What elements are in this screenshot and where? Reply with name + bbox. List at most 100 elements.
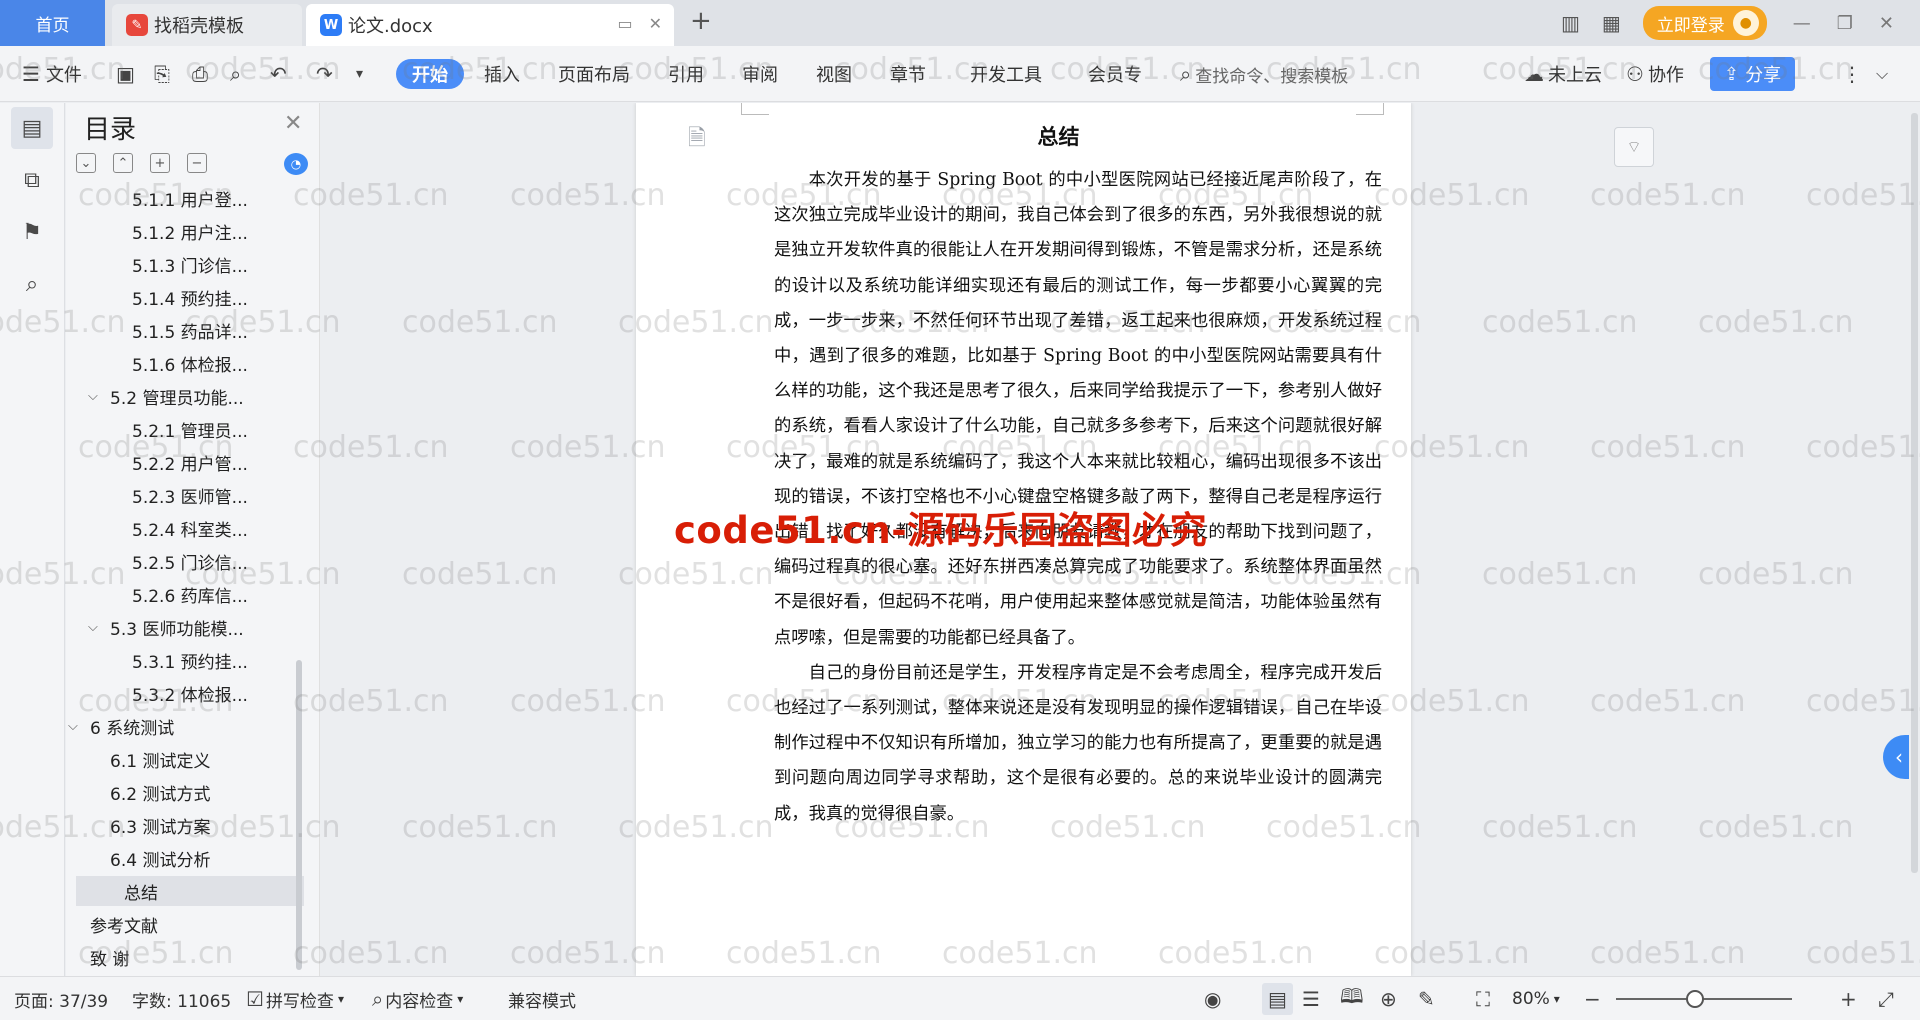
close-icon[interactable]: ✕ bbox=[284, 111, 302, 136]
toc-item[interactable]: 5.2.4 科室类... bbox=[132, 513, 248, 543]
toc-item[interactable]: 5.1.1 用户登... bbox=[132, 189, 248, 213]
tab-start[interactable]: 开始 bbox=[396, 59, 464, 89]
zoom-in-icon[interactable]: + bbox=[1840, 977, 1857, 1020]
undo-icon[interactable]: ↶ bbox=[270, 46, 287, 102]
close-tab-icon[interactable]: ✕ bbox=[649, 14, 662, 33]
toc-item[interactable]: 5.1.5 药品详... bbox=[132, 315, 248, 345]
toc-item[interactable]: 5.3.2 体检报... bbox=[132, 678, 248, 708]
tab-developer[interactable]: 开发工具 bbox=[970, 46, 1042, 102]
toc-item[interactable]: 参考文献 bbox=[90, 909, 158, 939]
login-button[interactable]: 立即登录 ● bbox=[1642, 6, 1767, 40]
toc-panel: 目录 ✕ ⌄ ⌃ + − ◔ 5.1.1 用户登... 5.1.2 用户注... 5… bbox=[66, 103, 320, 976]
redo-icon[interactable]: ↷ bbox=[316, 46, 333, 102]
tab-view[interactable]: 视图 bbox=[816, 46, 852, 102]
page-indicator[interactable]: 页面: 37/39 bbox=[14, 977, 108, 1020]
tab-chapter[interactable]: 章节 bbox=[890, 46, 926, 102]
vertical-scrollbar[interactable] bbox=[1909, 103, 1920, 976]
page-view-icon[interactable]: ▤ bbox=[1262, 983, 1293, 1015]
ribbon-collapse-icon[interactable]: ⌵ bbox=[1876, 46, 1888, 102]
toc-item[interactable]: ⌵ 6 系统测试 bbox=[68, 711, 174, 741]
minimize-icon[interactable]: — bbox=[1793, 13, 1811, 34]
bookmark-icon[interactable]: ⚑ bbox=[11, 211, 53, 253]
toc-item[interactable]: 5.1.6 体检报... bbox=[132, 348, 248, 378]
read-mode-icon[interactable]: 🕮 bbox=[1340, 977, 1364, 1020]
web-view-icon[interactable]: ⊕ bbox=[1380, 977, 1397, 1020]
toc-item[interactable]: 致 谢 bbox=[90, 942, 129, 972]
zoom-out-icon[interactable]: − bbox=[1584, 977, 1601, 1020]
share-button[interactable]: ⇪ 分享 bbox=[1710, 57, 1796, 91]
tab-document[interactable]: W 论文.docx ▭ ✕ bbox=[306, 4, 674, 46]
toc-item[interactable]: 5.2.5 门诊信... bbox=[132, 546, 248, 576]
toc-item[interactable]: 5.1.3 门诊信... bbox=[132, 249, 248, 279]
more-dropdown-icon[interactable]: ▾ bbox=[356, 46, 363, 102]
paragraph: 自己的身份目前还是学生，开发程序肯定是不会考虑周全，程序完成开发后也经过了一系列… bbox=[774, 662, 1382, 824]
remove-heading-icon[interactable]: − bbox=[187, 153, 207, 173]
document-page[interactable]: 🗎 总结 本次开发的基于 Spring Boot 的中小型医院网站已经接近尾声阶… bbox=[636, 103, 1411, 976]
toc-item[interactable]: 6.2 测试方式 bbox=[110, 777, 210, 807]
chevron-down-icon[interactable]: ⌵ bbox=[68, 719, 84, 734]
smart-toc-icon[interactable]: ◔ bbox=[284, 153, 308, 175]
tab-references[interactable]: 引用 bbox=[668, 46, 704, 102]
tab-page-layout[interactable]: 页面布局 bbox=[558, 46, 630, 102]
toc-item[interactable]: ⌵ 5.3 医师功能模... bbox=[88, 612, 244, 642]
zoom-value: 80% bbox=[1512, 989, 1550, 1009]
toc-item[interactable]: 5.1.4 预约挂... bbox=[132, 282, 248, 312]
filter-panel-icon[interactable]: ⌔ bbox=[1614, 127, 1654, 167]
toc-item[interactable]: 总结 bbox=[76, 876, 304, 906]
chevron-down-icon[interactable]: ⌵ bbox=[88, 389, 104, 404]
print-preview-icon[interactable]: ⌕ bbox=[230, 46, 241, 102]
print-icon[interactable]: ⎙ bbox=[192, 46, 208, 102]
file-menu[interactable]: ☰ 文件 bbox=[22, 46, 82, 102]
zoom-slider[interactable] bbox=[1616, 998, 1792, 1000]
spell-check-button[interactable]: ☑ 拼写检查 ▾ bbox=[246, 977, 344, 1020]
chevron-down-icon[interactable]: ⌵ bbox=[88, 620, 104, 635]
zoom-level[interactable]: 80% ▾ bbox=[1512, 977, 1560, 1020]
layout-toggle-icon[interactable]: ▥ bbox=[1561, 11, 1580, 35]
toc-item[interactable]: 5.2.3 医师管... bbox=[132, 480, 248, 510]
fullscreen-icon[interactable]: ⤢ bbox=[1878, 977, 1894, 1020]
save-icon[interactable]: ▣ bbox=[116, 46, 135, 102]
tab-insert[interactable]: 插入 bbox=[484, 46, 520, 102]
apps-grid-icon[interactable]: ▦ bbox=[1602, 11, 1621, 35]
collapse-all-icon[interactable]: ⌃ bbox=[113, 153, 133, 173]
toc-item[interactable]: 6.3 测试方案 bbox=[110, 810, 210, 840]
file-menu-label: 文件 bbox=[45, 65, 82, 86]
expand-all-icon[interactable]: ⌄ bbox=[76, 153, 96, 173]
export-icon[interactable]: ⎘ bbox=[154, 46, 170, 102]
tab-daoke-templates[interactable]: ✎ 找稻壳模板 bbox=[112, 4, 302, 46]
zoom-slider-handle[interactable] bbox=[1686, 990, 1704, 1008]
toc-item[interactable]: 5.2.2 用户管... bbox=[132, 447, 248, 477]
toc-item[interactable]: 6.1 测试定义 bbox=[110, 744, 210, 774]
fit-page-icon[interactable]: ⛶ bbox=[1476, 977, 1490, 1020]
chapter-nav-icon[interactable]: ⧉ bbox=[11, 159, 53, 201]
outline-view-icon[interactable]: ☰ bbox=[1302, 977, 1320, 1020]
command-search[interactable]: ⌕ 查找命令、搜索模板 bbox=[1180, 46, 1348, 102]
close-window-icon[interactable]: ✕ bbox=[1879, 13, 1894, 34]
toc-item[interactable]: 5.2.1 管理员... bbox=[132, 414, 248, 444]
word-count[interactable]: 字数: 11065 bbox=[132, 977, 231, 1020]
add-heading-icon[interactable]: + bbox=[150, 153, 170, 173]
eye-protection-icon[interactable]: ◉ bbox=[1204, 977, 1221, 1020]
scrollbar-thumb[interactable] bbox=[1911, 113, 1918, 873]
toc-item[interactable]: ⌵ 5.2 管理员功能... bbox=[88, 381, 244, 411]
collaborate-button[interactable]: ⚇ 协作 bbox=[1626, 46, 1684, 102]
write-mode-icon[interactable]: ✎ bbox=[1418, 977, 1435, 1020]
find-icon[interactable]: ⌕ bbox=[11, 263, 53, 305]
tab-home[interactable]: 首页 bbox=[0, 0, 105, 46]
content-check-button[interactable]: ⌕ 内容检查 ▾ bbox=[372, 977, 463, 1020]
tab-review[interactable]: 审阅 bbox=[742, 46, 778, 102]
toc-item[interactable]: 5.2.6 药库信... bbox=[132, 579, 248, 609]
cloud-status[interactable]: ☁ 未上云 bbox=[1524, 46, 1602, 102]
tab-member[interactable]: 会员专 bbox=[1088, 46, 1142, 102]
window-float-icon[interactable]: ▭ bbox=[617, 14, 632, 33]
user-add-icon: ⚇ bbox=[1626, 62, 1644, 86]
restore-icon[interactable]: ❐ bbox=[1837, 13, 1853, 34]
toc-item[interactable]: 5.3.1 预约挂... bbox=[132, 645, 248, 675]
toc-item[interactable]: 6.4 测试分析 bbox=[110, 843, 210, 873]
toc-panel-icon[interactable]: ▤ bbox=[11, 107, 53, 149]
new-tab-button[interactable]: + bbox=[690, 6, 712, 36]
toc-item-label: 5.2.1 管理员... bbox=[132, 421, 248, 442]
toc-item[interactable]: 5.1.2 用户注... bbox=[132, 216, 248, 246]
toc-scrollbar[interactable] bbox=[296, 660, 302, 970]
more-options-icon[interactable]: ⋮ bbox=[1842, 46, 1862, 102]
